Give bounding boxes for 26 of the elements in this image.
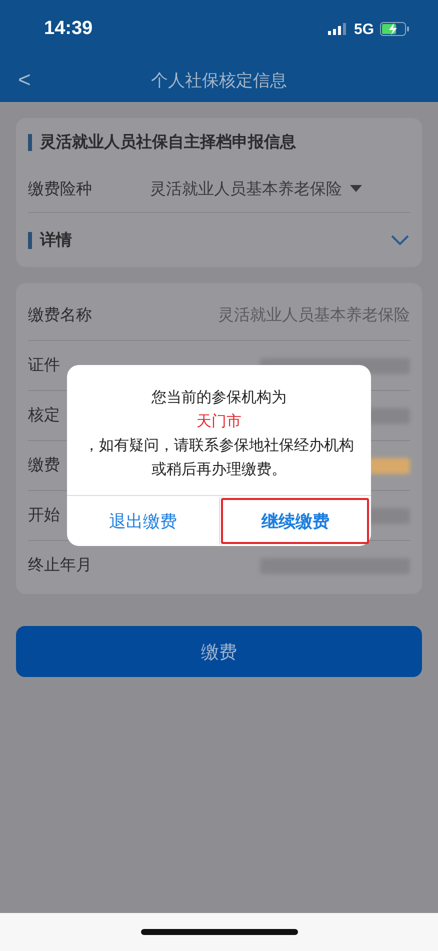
insurance-dropdown[interactable]: 灵活就业人员基本养老保险 [150,178,410,200]
dialog-message: ，如有疑问，请联系参保地社保经办机构或稍后再办理缴费。 [83,435,355,480]
section-marker [28,134,32,150]
chevron-icon [390,234,410,246]
row-value: 灵活就业人员基本养老保险 [218,305,410,326]
battery-charging-icon [380,22,410,36]
back-button[interactable]: < [18,67,31,93]
pay-button[interactable]: 缴费 [16,626,422,677]
page-title: 个人社保核定信息 [151,70,287,92]
row-label: 终止年月 [28,555,92,576]
dialog-message: 您当前的参保机构为 [152,387,286,408]
institution-name: 天门市 [196,411,242,432]
network-label: 5G [354,20,374,38]
dialog-button[interactable]: 退出缴费 [67,496,218,546]
details-toggle[interactable]: 详情 [28,213,410,267]
row-label: 核定 [28,405,60,426]
section-title: 灵活就业人员社保自主择档申报信息 [40,132,296,152]
row-label: 证件 [28,355,60,376]
status-time: 14:39 [44,18,93,40]
row-label: 缴费 [28,455,60,476]
row-label: 开始 [28,505,60,526]
dropdown-caret-icon [350,185,362,193]
signal-icon [328,23,348,35]
dialog-button[interactable]: 继续缴费 [218,496,371,546]
row-label: 缴费名称 [28,305,92,326]
field-label: 缴费险种 [28,178,93,200]
